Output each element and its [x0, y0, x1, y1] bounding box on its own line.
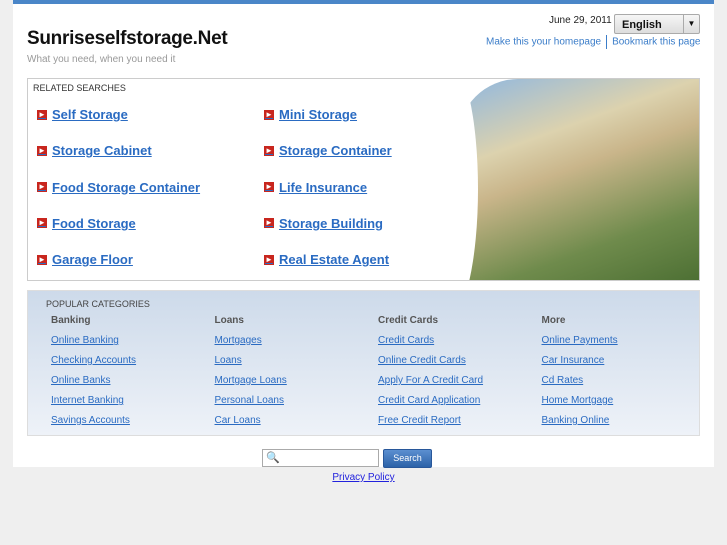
language-select[interactable]: English ▼: [614, 14, 700, 34]
make-homepage-link[interactable]: Make this your homepage: [486, 37, 601, 48]
category-link[interactable]: Online Banks: [51, 375, 136, 395]
category-link[interactable]: Credit Cards: [378, 335, 483, 355]
category-link[interactable]: Mortgage Loans: [215, 375, 287, 395]
related-searches: RELATED SEARCHES ► Self Storage ► Mini Stor…: [27, 78, 700, 281]
arrow-right-icon: ►: [37, 254, 47, 265]
related-search-label: Storage Cabinet: [52, 143, 152, 159]
category-link[interactable]: Cd Rates: [542, 375, 618, 395]
category-link[interactable]: Loans: [215, 355, 287, 375]
search-input[interactable]: 🔍: [262, 449, 379, 467]
popular-categories: POPULAR CATEGORIES Banking Online Banking…: [27, 290, 700, 436]
arrow-right-icon: ►: [37, 109, 47, 120]
arrow-right-icon: ►: [264, 254, 274, 265]
category-column: Banking Online Banking Checking Accounts On…: [51, 315, 136, 435]
arrow-right-icon: ►: [264, 218, 274, 229]
date: June 29, 2011: [549, 15, 612, 26]
related-search-link[interactable]: ► Storage Building: [264, 216, 383, 231]
category-link[interactable]: Banking Online: [542, 415, 618, 435]
related-heading: RELATED SEARCHES: [33, 83, 126, 93]
arrow-right-icon: ►: [37, 182, 47, 193]
category-link[interactable]: Apply For A Credit Card: [378, 375, 483, 395]
language-value: English: [622, 19, 662, 31]
category-link[interactable]: Free Credit Report: [378, 415, 483, 435]
related-search-label: Self Storage: [52, 107, 128, 122]
popular-heading: POPULAR CATEGORIES: [46, 299, 150, 309]
category-link[interactable]: Home Mortgage: [542, 395, 618, 415]
category-title: More: [541, 315, 566, 326]
category-link[interactable]: Internet Banking: [51, 395, 136, 415]
related-search-link[interactable]: ► Life Insurance: [264, 180, 367, 195]
chevron-down-icon: ▼: [683, 15, 699, 33]
category-column: Credit Cards Credit Cards Online Credit Ca…: [378, 315, 483, 435]
tagline: What you need, when you need it: [27, 54, 176, 65]
related-search-label: Food Storage Container: [52, 179, 201, 195]
bookmark-link[interactable]: Bookmark this page: [612, 37, 700, 48]
category-link[interactable]: Checking Accounts: [51, 355, 136, 375]
arrow-right-icon: ►: [37, 218, 47, 229]
related-search-link[interactable]: ► Storage Container: [264, 143, 392, 158]
category-link[interactable]: Car Loans: [215, 415, 287, 435]
related-search-label: Mini Storage: [279, 107, 358, 122]
family-photo: [418, 79, 699, 280]
related-search-link[interactable]: ► Real Estate Agent: [264, 252, 389, 267]
divider: [606, 35, 608, 49]
category-title: Banking: [51, 315, 91, 326]
related-search-label: Storage Container: [279, 143, 392, 159]
page-container: Sunriseselfstorage.Net What you need, wh…: [13, 0, 714, 468]
category-link[interactable]: Online Credit Cards: [378, 355, 483, 375]
category-link[interactable]: Credit Card Application: [378, 395, 483, 415]
related-search-label: Life Insurance: [279, 179, 368, 195]
category-link[interactable]: Mortgages: [215, 335, 287, 355]
site-title[interactable]: Sunriseselfstorage.Net: [27, 28, 228, 50]
related-search-label: Garage Floor: [52, 252, 133, 268]
category-column: Loans Mortgages Loans Mortgage Loans Persona…: [215, 315, 287, 435]
arrow-right-icon: ►: [264, 182, 274, 193]
arrow-right-icon: ►: [264, 145, 274, 156]
related-search-link[interactable]: ► Food Storage: [37, 216, 136, 231]
related-search-label: Food Storage: [52, 215, 136, 231]
category-link[interactable]: Car Insurance: [542, 355, 618, 375]
header-links: Make this your homepage Bookmark this pag…: [486, 35, 700, 49]
related-search-link[interactable]: ► Mini Storage: [264, 107, 357, 122]
related-search-link[interactable]: ► Garage Floor: [37, 252, 133, 267]
search-icon: 🔍: [266, 452, 280, 464]
category-column: More Online Payments Car Insurance Cd Rates…: [542, 315, 618, 435]
arrow-right-icon: ►: [37, 145, 47, 156]
related-search-link[interactable]: ► Storage Cabinet: [37, 143, 152, 158]
category-link[interactable]: Savings Accounts: [51, 415, 136, 435]
related-search-link[interactable]: ► Food Storage Container: [37, 180, 200, 195]
related-search-link[interactable]: ► Self Storage: [37, 107, 128, 122]
search-button[interactable]: Search: [383, 449, 432, 468]
category-link[interactable]: Personal Loans: [215, 395, 287, 415]
related-search-label: Storage Building: [279, 215, 383, 231]
arrow-right-icon: ►: [264, 109, 274, 120]
category-title: Credit Cards: [378, 315, 439, 326]
related-search-label: Real Estate Agent: [279, 252, 390, 268]
category-link[interactable]: Online Payments: [542, 335, 618, 355]
category-title: Loans: [214, 315, 244, 326]
privacy-policy-link[interactable]: Privacy Policy: [0, 472, 727, 483]
category-link[interactable]: Online Banking: [51, 335, 136, 355]
